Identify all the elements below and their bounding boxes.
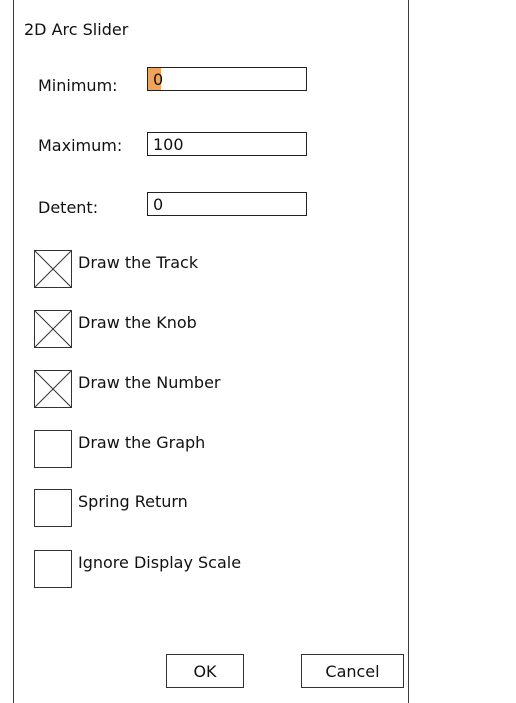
detent-input[interactable]	[147, 192, 307, 216]
cancel-button[interactable]: Cancel	[301, 654, 404, 688]
draw-track-option[interactable]: Draw the Track	[34, 249, 198, 289]
minimum-label: Minimum:	[38, 76, 118, 95]
check-cross-icon	[35, 311, 71, 347]
draw-graph-checkbox[interactable]	[34, 430, 72, 468]
draw-number-label: Draw the Number	[78, 373, 221, 392]
draw-knob-label: Draw the Knob	[78, 313, 197, 332]
dialog-title: 2D Arc Slider	[24, 20, 129, 39]
ignore-display-scale-option[interactable]: Ignore Display Scale	[34, 549, 241, 589]
detent-label: Detent:	[38, 198, 99, 217]
arc-slider-dialog: 2D Arc Slider Minimum: Maximum: Detent: …	[13, 0, 409, 703]
draw-knob-checkbox[interactable]	[34, 310, 72, 348]
maximum-label: Maximum:	[38, 136, 123, 155]
ok-button[interactable]: OK	[166, 654, 244, 688]
ignore-display-scale-label: Ignore Display Scale	[78, 553, 242, 572]
spring-return-checkbox[interactable]	[34, 489, 72, 527]
draw-knob-option[interactable]: Draw the Knob	[34, 309, 197, 349]
draw-number-option[interactable]: Draw the Number	[34, 369, 221, 409]
check-cross-icon	[35, 251, 71, 287]
draw-graph-option[interactable]: Draw the Graph	[34, 429, 205, 469]
ignore-display-scale-checkbox[interactable]	[34, 550, 72, 588]
draw-track-label: Draw the Track	[78, 253, 199, 272]
draw-track-checkbox[interactable]	[34, 250, 72, 288]
minimum-input[interactable]	[147, 67, 307, 91]
draw-graph-label: Draw the Graph	[78, 433, 206, 452]
spring-return-label: Spring Return	[78, 492, 188, 511]
draw-number-checkbox[interactable]	[34, 370, 72, 408]
maximum-input[interactable]	[147, 132, 307, 156]
check-cross-icon	[35, 371, 71, 407]
spring-return-option[interactable]: Spring Return	[34, 488, 188, 528]
